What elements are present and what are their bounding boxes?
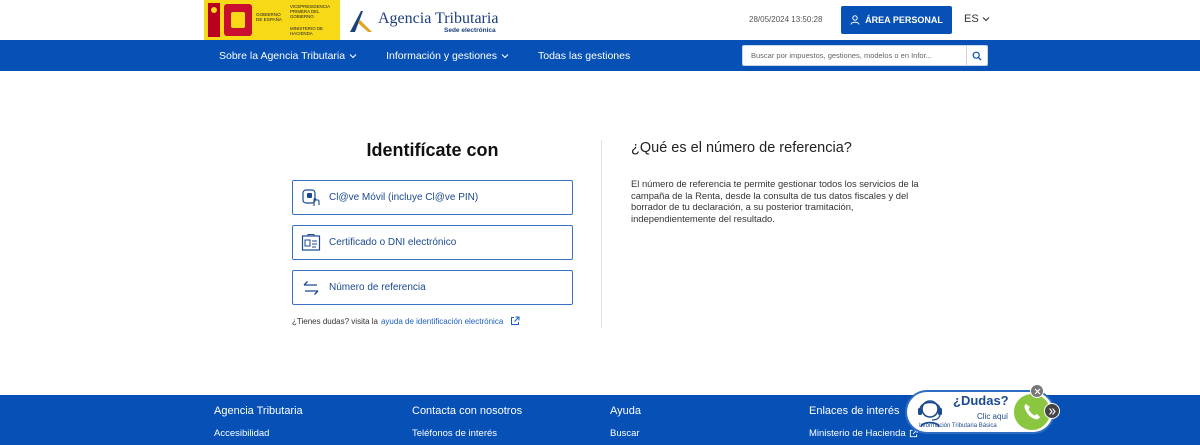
search-icon <box>972 51 982 60</box>
gov-logo-line1: GOBIERNO DE ESPAÑA <box>256 12 282 22</box>
language-label: ES <box>964 13 979 25</box>
footer-link-label: Teléfonos de interés <box>412 428 498 439</box>
page-title: Identifícate con <box>366 140 499 160</box>
dudas-title: ¿Dudas? <box>953 393 1009 408</box>
footer-heading[interactable]: Agencia Tributaria <box>214 405 303 417</box>
search-box <box>742 45 988 66</box>
swap-arrows-icon <box>303 280 319 295</box>
header: GOBIERNO DE ESPAÑA VICEPRESIDENCIA PRIME… <box>138 0 1062 40</box>
footer-link-label: Ministerio de Hacienda <box>809 428 906 439</box>
help-prefix: ¿Tienes dudas? visita la <box>292 316 378 326</box>
external-link-icon[interactable] <box>510 316 520 326</box>
footer-heading[interactable]: Enlaces de interés <box>809 405 900 417</box>
double-chevron-right-icon <box>1048 407 1056 415</box>
current-datetime: 28/05/2024 13:50:28 <box>749 15 823 24</box>
numero-referencia-option[interactable]: Número de referencia <box>292 270 573 305</box>
language-selector[interactable]: ES <box>964 13 990 25</box>
column-divider <box>601 140 602 328</box>
footer-link-label: Buscar <box>610 428 640 439</box>
gov-column-icon <box>208 3 220 37</box>
footer-heading[interactable]: Ayuda <box>610 405 641 417</box>
nav-item-label: Todas las gestiones <box>537 49 631 62</box>
area-personal-button[interactable]: ÁREA PERSONAL <box>841 6 952 34</box>
certificado-dni-label: Certificado o DNI electrónico <box>329 237 457 248</box>
search-button[interactable] <box>966 46 987 65</box>
nav-item-sobre-agencia[interactable]: Sobre la Agencia Tributaria <box>219 50 357 62</box>
dudas-click-label: Clic aquí <box>977 412 1009 421</box>
nav-item-label: Información y gestiones <box>386 49 497 62</box>
footer-heading[interactable]: Contacta con nosotros <box>412 405 522 417</box>
agency-subtitle: Sede electrónica <box>444 27 496 34</box>
page: GOBIERNO DE ESPAÑA VICEPRESIDENCIA PRIME… <box>0 0 1200 445</box>
numero-referencia-label: Número de referencia <box>329 282 426 293</box>
agencia-logo-mark-icon <box>350 11 372 32</box>
close-icon <box>1034 388 1040 394</box>
chevron-down-icon <box>501 53 509 58</box>
close-widget-button[interactable] <box>1030 384 1044 398</box>
nav-item-informacion-gestiones[interactable]: Información y gestiones <box>386 50 509 62</box>
main-navigation: Sobre la Agencia Tributaria Información … <box>0 40 1200 71</box>
mobile-touch-icon <box>302 188 320 206</box>
help-text: ¿Tienes dudas? visita la ayuda de identi… <box>292 316 520 326</box>
agencia-tributaria-logo[interactable]: Agencia Tributaria Sede electrónica <box>348 8 498 34</box>
coat-of-arms-icon <box>224 4 252 36</box>
info-text: El número de referencia te permite gesti… <box>631 178 919 224</box>
footer-link-buscar[interactable]: Buscar <box>610 428 640 439</box>
dudas-subtitle: Información Tributaria Básica <box>919 423 997 429</box>
chevron-down-icon <box>349 53 357 58</box>
gobierno-logo[interactable]: GOBIERNO DE ESPAÑA VICEPRESIDENCIA PRIME… <box>204 0 340 40</box>
footer-link-ministerio[interactable]: Ministerio de Hacienda <box>809 428 918 439</box>
nav-item-todas-gestiones[interactable]: Todas las gestiones <box>538 50 630 62</box>
certificado-dni-option[interactable]: Certificado o DNI electrónico <box>292 225 573 260</box>
info-panel: ¿Qué es el número de referencia? El núme… <box>631 140 931 224</box>
gov-logo-line3: MINISTERIO DE HACIENDA <box>290 26 323 36</box>
phone-icon <box>1024 404 1040 420</box>
nav-item-label: Sobre la Agencia Tributaria <box>219 49 346 62</box>
area-personal-label: ÁREA PERSONAL <box>865 15 943 25</box>
clave-movil-option[interactable]: Cl@ve Móvil (incluye Cl@ve PIN) <box>292 180 573 215</box>
info-title: ¿Qué es el número de referencia? <box>631 140 852 156</box>
user-icon <box>850 15 860 25</box>
chevron-down-icon <box>982 17 990 22</box>
help-link[interactable]: ayuda de identificación electrónica <box>381 317 503 326</box>
footer-link-telefonos[interactable]: Teléfonos de interés <box>412 428 497 439</box>
footer-link-label: Accesibilidad <box>214 428 270 439</box>
footer-link-accesibilidad[interactable]: Accesibilidad <box>214 428 269 439</box>
agency-name: Agencia Tributaria <box>378 10 499 27</box>
expand-widget-button[interactable] <box>1044 403 1060 419</box>
clave-movil-label: Cl@ve Móvil (incluye Cl@ve PIN) <box>329 192 479 203</box>
gov-logo-line2: VICEPRESIDENCIA PRIMERA DEL GOBIERNO <box>290 4 330 19</box>
search-input[interactable] <box>743 46 967 65</box>
id-card-icon <box>301 233 321 251</box>
